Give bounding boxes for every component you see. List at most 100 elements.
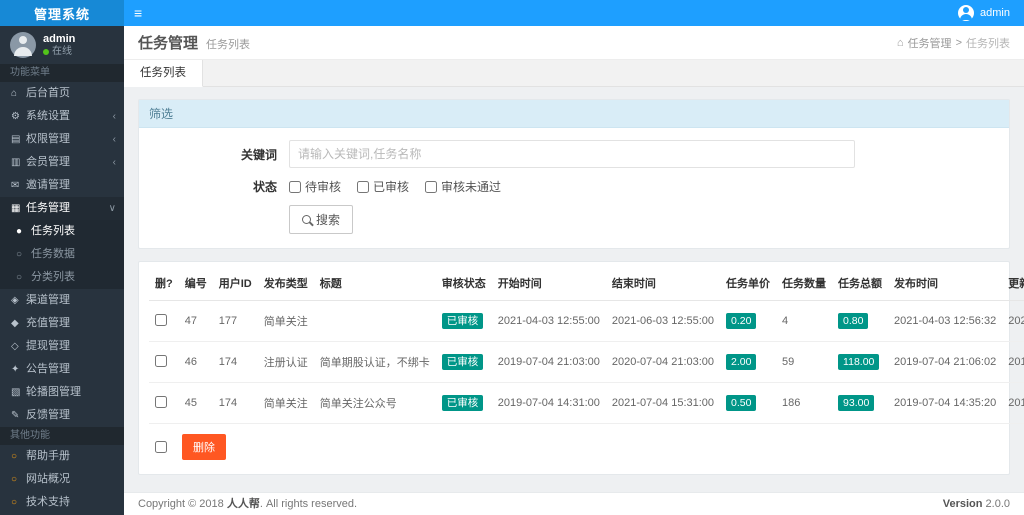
withdraw-icon: ◇ — [11, 341, 19, 352]
sidebar-item-category-list[interactable]: ○ 分类列表 — [0, 266, 124, 289]
row-checkbox[interactable] — [155, 313, 167, 326]
sidebar-item-task[interactable]: ▦ 任务管理 ∨ — [0, 197, 124, 220]
chevron-left-icon: ‹ — [112, 111, 116, 122]
chevron-down-icon: ∨ — [108, 203, 116, 214]
status-option-pending[interactable]: 待审核 — [289, 178, 341, 195]
filter-panel-title: 筛选 — [139, 100, 1009, 128]
cell-update-time: 2019-07-05 11:25:45 — [1002, 341, 1024, 383]
cell-type: 简单关注 — [257, 300, 314, 342]
task-table: 删? 编号 用户ID 发布类型 标题 审核状态 开始时间 结束时间 任务单价 任… — [149, 266, 1024, 424]
status-option-rejected[interactable]: 审核未通过 — [425, 178, 501, 195]
approved-checkbox[interactable] — [357, 180, 370, 193]
delete-button[interactable]: 删除 — [182, 434, 226, 460]
sidebar: admin 在线 功能菜单 ⌂ 后台首页 ⚙ 系统设置 ‹ ▤ 权限管理 ‹ ▥… — [0, 26, 124, 515]
cell-title: 简单关注公众号 — [313, 382, 436, 424]
col-status: 审核状态 — [435, 266, 492, 301]
chevron-left-icon: ‹ — [112, 157, 116, 168]
hamburger-icon[interactable]: ≡ — [134, 0, 142, 26]
tab-task-list[interactable]: 任务列表 — [124, 60, 203, 87]
cell-user-id: 177 — [212, 300, 258, 342]
bulk-action-row: 删除 — [149, 424, 999, 462]
status-checkbox-group: 待审核 已审核 审核未通过 — [289, 178, 501, 195]
cell-type: 简单关注 — [257, 382, 314, 424]
select-all-checkbox[interactable] — [155, 441, 167, 453]
col-start: 开始时间 — [491, 266, 606, 301]
gear-icon: ⚙ — [11, 111, 20, 122]
copyright: Copyright © 2018 人人帮. All rights reserve… — [138, 493, 357, 515]
cell-publish-time: 2021-04-03 12:56:32 — [888, 300, 1003, 342]
col-total: 任务总额 — [832, 266, 889, 301]
table-row: 47 177 简单关注 已审核 2021-04-03 12:55:00 2021… — [149, 300, 1024, 342]
rejected-label: 审核未通过 — [441, 180, 502, 194]
breadcrumb-current: 任务列表 — [966, 37, 1010, 50]
status-badge: 已审核 — [441, 395, 484, 411]
sidebar-item-banner[interactable]: ▧ 轮播图管理 — [0, 381, 124, 404]
feedback-icon: ✎ — [11, 410, 20, 421]
sidebar-item-task-list[interactable]: ● 任务列表 — [0, 220, 124, 243]
cell-end-time: 2021-07-04 15:31:00 — [605, 382, 721, 424]
breadcrumb-root[interactable]: 任务管理 — [908, 35, 952, 51]
cell-publish-time: 2019-07-04 21:06:02 — [888, 341, 1003, 383]
cell-quantity: 59 — [776, 341, 833, 383]
rejected-checkbox[interactable] — [425, 180, 438, 193]
cell-end-time: 2020-07-04 21:03:00 — [605, 341, 721, 383]
sidebar-item-notice[interactable]: ✦ 公告管理 — [0, 358, 124, 381]
search-button[interactable]: 搜索 — [289, 205, 354, 234]
pending-checkbox[interactable] — [289, 180, 301, 193]
sidebar-item-invite[interactable]: ✉ 邀请管理 — [0, 174, 124, 197]
version-value: 2.0.0 — [985, 498, 1010, 510]
sidebar-item-permission[interactable]: ▤ 权限管理 ‹ — [0, 128, 124, 151]
status-label: 状态 — [252, 180, 277, 194]
cell-id: 47 — [178, 300, 213, 342]
page-subtitle: 任务列表 — [206, 39, 251, 51]
row-checkbox[interactable] — [155, 354, 167, 367]
cell-start-time: 2021-04-03 12:55:00 — [491, 300, 606, 342]
cell-user-id: 174 — [212, 382, 258, 424]
copyright-prefix: Copyright © 2018 — [138, 498, 224, 510]
status-badge: 已审核 — [441, 313, 484, 329]
sidebar-item-website[interactable]: ○ 网站概况 — [0, 468, 124, 491]
cell-id: 46 — [178, 341, 213, 383]
task-icon: ▦ — [11, 203, 21, 214]
cell-user-id: 174 — [212, 341, 258, 383]
profile-status: 在线 — [43, 46, 75, 58]
sidebar-item-withdraw[interactable]: ◇ 提现管理 — [0, 335, 124, 358]
col-price: 任务单价 — [720, 266, 777, 301]
cell-update-time: 2019-07-04 14:38:52 — [1002, 382, 1024, 424]
status-option-approved[interactable]: 已审核 — [357, 178, 409, 195]
filter-panel: 筛选 关键词 状态 待审核 — [138, 99, 1010, 249]
page-header: 任务管理 任务列表 ⌂ 任务管理 > 任务列表 — [124, 26, 1024, 60]
sidebar-item-task-data[interactable]: ○ 任务数据 — [0, 243, 124, 266]
task-submenu: ● 任务列表 ○ 任务数据 ○ 分类列表 — [0, 220, 124, 289]
topbar: 管理系统 ≡ admin — [0, 0, 1024, 26]
home-icon: ⌂ — [896, 36, 904, 49]
profile-name: admin — [43, 32, 76, 45]
cell-update-time: 2021-04-03 12:57:06 — [1002, 300, 1024, 342]
cell-type: 注册认证 — [257, 341, 314, 383]
page-title: 任务管理 — [138, 35, 199, 52]
col-update: 更新时间 — [1002, 266, 1024, 301]
home-icon: ⌂ — [11, 88, 18, 99]
sidebar-item-home[interactable]: ⌂ 后台首页 — [0, 82, 124, 105]
sidebar-profile[interactable]: admin 在线 — [0, 26, 124, 64]
user-avatar-icon — [958, 5, 975, 21]
cell-quantity: 4 — [776, 300, 833, 342]
sidebar-item-feedback[interactable]: ✎ 反馈管理 — [0, 404, 124, 427]
sidebar-item-recharge[interactable]: ◆ 充值管理 — [0, 312, 124, 335]
sidebar-item-member[interactable]: ▥ 会员管理 ‹ — [0, 151, 124, 174]
sidebar-item-channel[interactable]: ◈ 渠道管理 — [0, 289, 124, 312]
cell-start-time: 2019-07-04 14:31:00 — [491, 382, 606, 424]
user-menu[interactable]: admin — [958, 5, 1024, 21]
sidebar-item-support[interactable]: ○ 技术支持 — [0, 491, 124, 514]
col-type: 发布类型 — [257, 266, 314, 301]
channel-icon: ◈ — [11, 295, 19, 306]
sidebar-item-settings[interactable]: ⚙ 系统设置 ‹ — [0, 105, 124, 128]
copyright-suffix: . All rights reserved. — [259, 498, 358, 510]
table-row: 45 174 简单关注 简单关注公众号 已审核 2019-07-04 14:31… — [149, 382, 1024, 424]
keyword-input[interactable] — [289, 140, 855, 168]
menu-section-main: 功能菜单 — [0, 64, 124, 82]
sidebar-item-help[interactable]: ○ 帮助手册 — [0, 445, 124, 468]
cell-publish-time: 2019-07-04 14:35:20 — [888, 382, 1003, 424]
chevron-left-icon: ‹ — [112, 134, 116, 145]
row-checkbox[interactable] — [155, 395, 167, 408]
